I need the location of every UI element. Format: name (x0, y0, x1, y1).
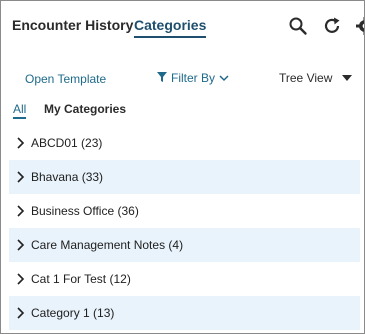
tab-all[interactable]: All (13, 102, 27, 119)
tree-view-label: Tree View (279, 71, 333, 85)
refresh-icon[interactable] (322, 16, 342, 36)
tab-categories[interactable]: Categories (134, 17, 207, 38)
filter-icon (157, 71, 167, 85)
gear-icon[interactable] (355, 16, 364, 36)
tab-my-categories[interactable]: My Categories (44, 102, 126, 116)
list-item[interactable]: Cat 1 For Test (12) (9, 262, 360, 296)
categories-panel: Encounter History Categories Open Templa… (0, 0, 365, 334)
chevron-right-icon[interactable] (13, 170, 27, 184)
list-item-label: Cat 1 For Test (12) (31, 272, 131, 286)
chevron-right-icon[interactable] (13, 306, 27, 320)
list-item-label: Category 1 (13) (31, 306, 115, 320)
chevron-right-icon[interactable] (13, 136, 27, 150)
list-item-label: Business Office (36) (31, 204, 139, 218)
chevron-right-icon[interactable] (13, 238, 27, 252)
list-item-label: ABCD01 (23) (31, 136, 103, 150)
list-item[interactable]: Category 1 (13) (9, 296, 360, 330)
chevron-down-icon (219, 71, 229, 85)
list-item[interactable]: Bhavana (33) (9, 160, 360, 194)
list-item-label: Bhavana (33) (31, 170, 104, 184)
open-template-link[interactable]: Open Template (25, 72, 106, 86)
tree-view-dropdown[interactable]: Tree View (279, 71, 353, 85)
caret-down-icon (342, 75, 353, 81)
category-list: ABCD01 (23) Bhavana (33) Business Office… (9, 126, 360, 330)
chevron-right-icon[interactable] (13, 204, 27, 218)
search-icon[interactable] (288, 16, 308, 36)
chevron-right-icon[interactable] (13, 272, 27, 286)
header-bar: Encounter History Categories (1, 1, 364, 51)
category-filter-tabs: All My Categories (1, 101, 364, 121)
list-item[interactable]: Care Management Notes (4) (9, 228, 360, 262)
filter-by-label: Filter By (171, 71, 216, 85)
list-item-label: Care Management Notes (4) (31, 238, 184, 252)
list-item[interactable]: Business Office (36) (9, 194, 360, 228)
list-item[interactable]: ABCD01 (23) (9, 126, 360, 160)
tab-encounter-history[interactable]: Encounter History (12, 17, 133, 33)
toolbar: Open Template Filter By Tree View (1, 61, 364, 95)
filter-by-button[interactable]: Filter By (157, 71, 229, 85)
